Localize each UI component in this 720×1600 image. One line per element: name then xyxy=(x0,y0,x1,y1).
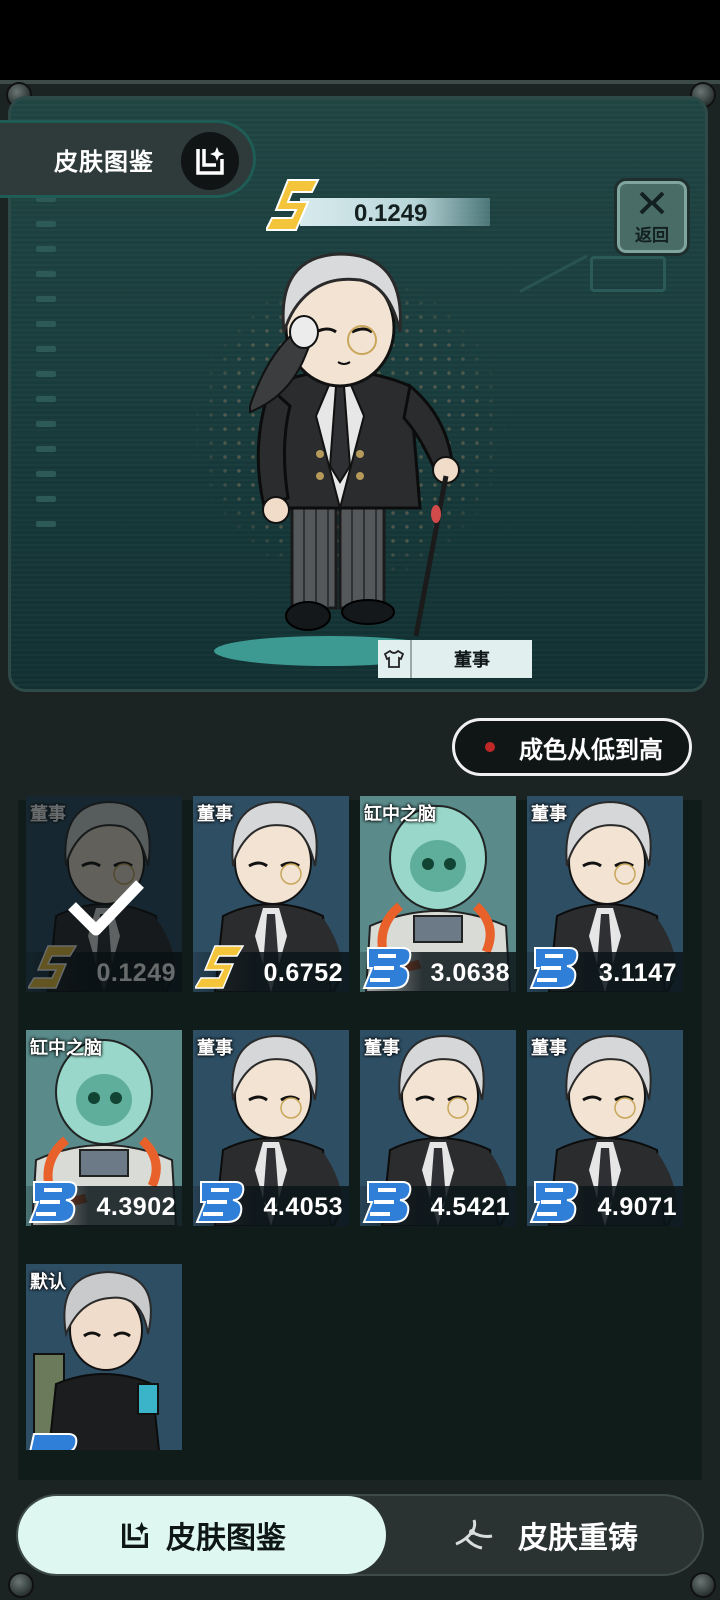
skin-card[interactable]: 缸中之脑 4.3902 xyxy=(26,1030,182,1226)
s-grade-icon xyxy=(266,179,320,231)
bottom-tab-bar: 皮肤图鉴 皮肤重铸 xyxy=(16,1494,704,1576)
b-grade-icon xyxy=(28,1181,78,1223)
skin-card[interactable]: 董事 4.9071 xyxy=(527,1030,683,1226)
checkmark-icon xyxy=(68,880,144,936)
skin-card-value: 3.1147 xyxy=(598,959,677,987)
tab-label: 皮肤重铸 xyxy=(518,1522,638,1555)
skin-card-name: 缸中之脑 xyxy=(364,804,436,824)
tab-skin-reforge[interactable]: 皮肤重铸 xyxy=(386,1496,704,1574)
character-director-illustration xyxy=(249,252,460,637)
back-button[interactable]: 返回 xyxy=(614,178,690,256)
skin-card-name: 默认 xyxy=(30,1272,66,1292)
page-title-tab: 皮肤图鉴 xyxy=(0,120,256,198)
s-grade-icon xyxy=(195,945,245,989)
shirt-icon xyxy=(383,649,405,668)
skin-card-value: 4.4053 xyxy=(263,1193,343,1221)
back-label: 返回 xyxy=(635,225,669,245)
skin-card[interactable]: 董事0.1249 xyxy=(26,796,182,992)
skin-card-name: 董事 xyxy=(197,1038,233,1058)
currency-display: 0.1249 xyxy=(266,176,490,232)
skin-card-name: 董事 xyxy=(197,804,233,824)
current-skin-name-tag: 董事 xyxy=(378,640,532,678)
skin-card[interactable]: 董事 0.6752 xyxy=(193,796,349,992)
status-bar xyxy=(0,0,720,80)
album-icon xyxy=(122,1521,149,1548)
page-title: 皮肤图鉴 xyxy=(54,148,154,176)
album-button[interactable] xyxy=(181,132,239,190)
b-grade-icon xyxy=(529,947,579,989)
skin-card-name: 董事 xyxy=(531,804,567,824)
skin-card-value: 3.0638 xyxy=(430,959,510,987)
hud-box-decoration xyxy=(590,256,666,292)
sort-label: 成色从低到高 xyxy=(519,736,663,764)
skin-card-name: 董事 xyxy=(531,1038,567,1058)
skin-card-value: 4.9071 xyxy=(597,1193,677,1221)
ruler-decoration xyxy=(36,146,58,546)
b-grade-icon xyxy=(195,1181,245,1223)
skin-card-name: 董事 xyxy=(364,1038,400,1058)
tab-skin-album[interactable]: 皮肤图鉴 xyxy=(18,1496,386,1574)
album-icon xyxy=(196,147,224,175)
reforge-icon xyxy=(455,1519,493,1550)
sort-button[interactable]: 成色从低到高 xyxy=(452,718,692,776)
skin-card[interactable]: 董事 4.5421 xyxy=(360,1030,516,1226)
sort-indicator-dot xyxy=(485,742,495,752)
close-x-icon xyxy=(639,191,665,214)
skin-card-value: 4.5421 xyxy=(430,1193,510,1221)
currency-value: 0.1249 xyxy=(354,200,428,227)
b-grade-icon xyxy=(529,1181,579,1223)
screw-decoration xyxy=(690,1572,716,1598)
b-grade-icon xyxy=(362,1181,412,1223)
skin-card[interactable]: 缸中之脑 3.0638 xyxy=(360,796,516,992)
current-skin-name: 董事 xyxy=(454,650,490,670)
b-grade-icon xyxy=(362,947,412,989)
skin-card[interactable]: 默认 xyxy=(26,1264,182,1450)
skin-card[interactable]: 董事 3.1147 xyxy=(527,796,683,992)
skin-card-value: 0.6752 xyxy=(263,959,343,987)
tab-label: 皮肤图鉴 xyxy=(166,1522,286,1555)
skin-card[interactable]: 董事 4.4053 xyxy=(193,1030,349,1226)
b-grade-icon xyxy=(29,1433,78,1450)
skin-card-value: 4.3902 xyxy=(96,1193,176,1221)
skin-card-name: 缸中之脑 xyxy=(30,1038,102,1058)
screw-decoration xyxy=(8,1572,34,1598)
